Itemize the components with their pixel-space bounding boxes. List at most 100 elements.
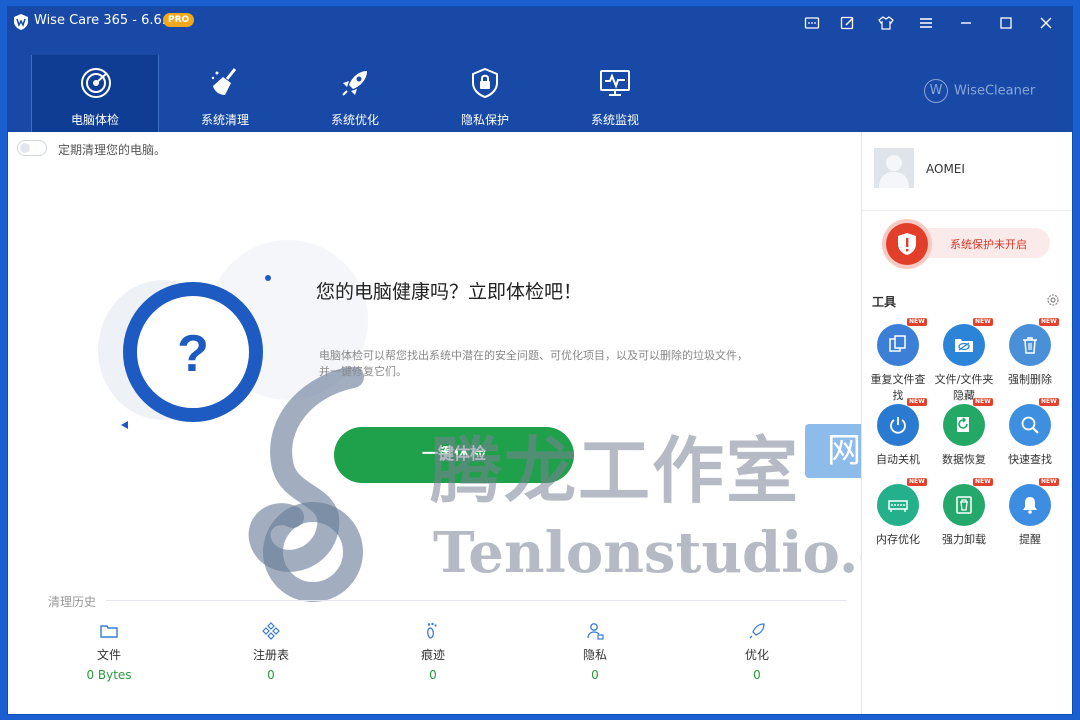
history-registry[interactable]: 注册表 0 [211,622,331,682]
tool-file-hider[interactable]: NEW 文件/文件夹隐藏 [932,318,996,404]
tool-label: 内存优化 [876,533,920,546]
duplicate-files-icon: NEW [877,318,927,366]
history-label: 痕迹 [420,648,445,662]
hero-dot [265,275,271,281]
close-icon[interactable] [1038,15,1054,31]
new-badge: NEW [973,478,993,486]
tab-system-optimize[interactable]: 系统优化 [291,55,419,132]
shield-alert-icon[interactable] [886,223,928,265]
hide-folder-icon: NEW [943,318,993,366]
tab-pc-checkup[interactable]: 电脑体检 [31,55,159,132]
avatar[interactable] [874,148,914,188]
rocket-icon [342,71,367,96]
tool-reminder[interactable]: NEW 提醒 [998,478,1062,548]
tab-system-monitor[interactable]: 系统监视 [551,55,679,132]
pro-badge: PRO [163,13,195,27]
new-badge: NEW [1039,478,1059,486]
divider [862,210,1072,211]
history-value: 0 [591,668,599,682]
tab-label: 系统监视 [590,113,639,127]
history-label: 注册表 [252,648,289,662]
broom-icon [211,68,237,95]
minimize-icon[interactable] [958,15,974,31]
watermark-text: 腾龙工作室 [430,428,801,513]
new-badge: NEW [907,398,927,406]
tool-quick-search[interactable]: NEW 快速查找 [998,398,1062,468]
dragon-watermark-icon [248,367,364,602]
main-content: 定期清理您的电脑。 ? 您的电脑健康吗？立即体检吧！ 电脑体检可以帮您找出系统中… [8,132,989,714]
schedule-label: 定期清理您的电脑。 [58,143,167,157]
hero-arrow [121,421,128,429]
history-label: 优化 [744,648,769,662]
tool-data-recovery[interactable]: NEW 数据恢复 [932,398,996,468]
rocket-small-icon [749,623,765,639]
sidebar: AOMEI 系统保护未开启 工具 NEW 重复文件查找 NEW 文件/文件夹隐藏 [861,132,1072,714]
monitor-icon [600,70,630,96]
trash-icon: NEW [1009,318,1059,366]
history-optimize[interactable]: 优化 0 [697,622,817,682]
edit-icon[interactable] [840,15,856,31]
history-divider [106,600,847,601]
title-bar: Wise Care 365 - 6.6.3 PRO [8,7,1072,39]
radar-icon [81,68,111,98]
recovery-icon: NEW [943,398,993,446]
maximize-icon[interactable] [998,15,1014,31]
tool-label: 强制删除 [1008,373,1052,386]
history-label: 文件 [96,648,121,662]
history-value: 0 [429,668,437,682]
history-files[interactable]: 文件 0 Bytes [49,622,169,682]
footprint-icon [427,622,437,639]
tool-label: 自动关机 [876,453,920,466]
feedback-icon[interactable] [804,15,820,31]
tab-system-clean[interactable]: 系统清理 [161,55,289,132]
tab-privacy-protect[interactable]: 隐私保护 [421,55,549,132]
wisecleaner-icon: W [924,79,948,103]
tool-auto-shutdown[interactable]: NEW 自动关机 [866,398,930,468]
memory-icon: NEW [877,478,927,526]
tab-label: 电脑体检 [70,113,119,127]
tab-label: 系统优化 [330,113,379,127]
app-window: Wise Care 365 - 6.6.3 PRO 电脑体检 系统清理 系统优化… [8,7,1072,714]
tool-memory-optimize[interactable]: NEW 内存优化 [866,478,930,548]
tool-label: 快速查找 [1008,453,1052,466]
tool-force-uninstall[interactable]: NEW 强力卸载 [932,478,996,548]
tab-label: 系统清理 [200,113,249,127]
power-icon: NEW [877,398,927,446]
uninstall-icon: NEW [943,478,993,526]
new-badge: NEW [907,318,927,326]
history-title: 清理历史 [48,595,97,609]
history-value: 0 Bytes [86,668,132,682]
tab-label: 隐私保护 [460,113,509,127]
app-logo-icon [14,14,28,30]
brand-name: WiseCleaner [954,83,1036,99]
new-badge: NEW [907,478,927,486]
header: Wise Care 365 - 6.6.3 PRO 电脑体检 系统清理 系统优化… [8,7,1072,132]
history-privacy[interactable]: 隐私 0 [535,622,655,682]
history-traces[interactable]: 痕迹 0 [373,622,493,682]
description: 电脑体检可以帮您找出系统中潜在的安全问题、可优化项目，以及可以删除的垃圾文件，并… [319,349,748,378]
tool-force-delete[interactable]: NEW 强制删除 [998,318,1062,388]
protection-status: 系统保护未开启 [950,238,1027,251]
history-value: 0 [267,668,275,682]
tool-duplicate-finder[interactable]: NEW 重复文件查找 [866,318,930,404]
history-value: 0 [753,668,761,682]
schedule-toggle[interactable] [17,140,47,156]
menu-icon[interactable] [918,15,934,31]
lock-icon [472,67,498,99]
username[interactable]: AOMEI [926,162,965,176]
new-badge: NEW [1039,398,1059,406]
headline: 您的电脑健康吗？立即体检吧！ [316,281,583,303]
skin-icon[interactable] [878,15,894,31]
tool-label: 提醒 [1019,533,1041,546]
new-badge: NEW [1039,318,1059,326]
brand-logo[interactable]: W WiseCleaner [924,79,1035,103]
search-icon: NEW [1009,398,1059,446]
tools-title: 工具 [872,295,897,309]
app-title: Wise Care 365 - 6.6.3 [34,13,175,28]
tool-label: 数据恢复 [942,453,986,466]
folder-icon [100,625,118,638]
history-label: 隐私 [582,648,607,662]
gear-icon[interactable] [1046,293,1060,307]
registry-icon [262,622,280,640]
new-badge: NEW [973,318,993,326]
